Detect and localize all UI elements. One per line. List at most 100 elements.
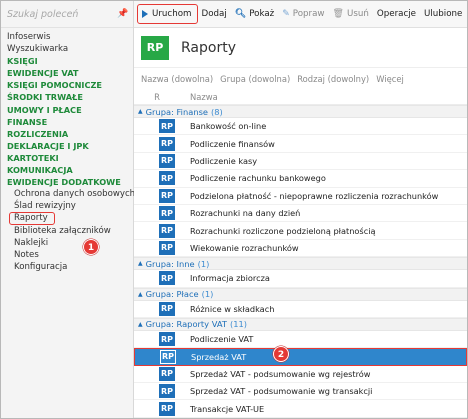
page-title: Raporty — [181, 39, 236, 56]
sidebar-item[interactable]: KSIĘGI — [1, 55, 133, 67]
group-header[interactable]: ▲ Grupa: Płace (1) — [134, 287, 467, 301]
edit-label: Popraw — [292, 9, 325, 19]
sidebar-item[interactable]: Notes — [1, 249, 133, 261]
collapse-icon[interactable]: ▲ — [138, 291, 143, 298]
filter-kind[interactable]: Rodzaj (dowolny) — [297, 74, 369, 84]
favorites-menu[interactable]: Ulubione — [420, 4, 466, 24]
table-row[interactable]: RP Sprzedaż VAT - podsumowanie wg rejestr… — [134, 366, 467, 384]
sidebar-item[interactable]: ŚRODKI TRWAŁE — [1, 91, 133, 103]
sidebar-item-label: DEKLARACJE I JPK — [7, 140, 89, 151]
sidebar-item[interactable]: Naklejki — [1, 237, 133, 249]
table-row[interactable]: RP Transakcje VAT-UE — [134, 400, 467, 418]
report-icon: RP — [159, 136, 175, 151]
sidebar-item[interactable]: Infoserwis — [1, 31, 133, 43]
step-badge-1: 1 — [83, 239, 99, 255]
operations-menu[interactable]: Operacje — [373, 4, 420, 24]
sidebar-item[interactable]: Raporty — [1, 212, 133, 226]
delete-button[interactable]: 🗑︎ Usuń — [329, 4, 373, 24]
table-row[interactable]: RP Podzielona płatność - niepoprawne rozl… — [134, 188, 467, 205]
group-header[interactable]: ▲ Grupa: Finanse (8) — [134, 105, 467, 118]
collapse-icon[interactable]: ▲ — [138, 260, 143, 267]
sidebar-item[interactable]: EWIDENCJE DODATKOWE — [1, 176, 133, 188]
report-name: Sprzedaż VAT - podsumowanie wg rejestrów — [190, 368, 371, 379]
pencil-icon: ✎ — [282, 9, 290, 19]
group-header[interactable]: ▲ Grupa: Inne (1) — [134, 257, 467, 271]
table-row[interactable]: RP Podliczenie VAT — [134, 331, 467, 349]
show-button[interactable]: 🔍︎ Pokaż — [231, 4, 278, 24]
run-button[interactable]: Uruchom — [137, 4, 198, 24]
filter-name[interactable]: Nazwa (dowolna) — [141, 74, 213, 84]
sidebar-item-label: Naklejki — [14, 237, 49, 248]
search-input[interactable]: Szukaj poleceń — [7, 9, 117, 20]
sidebar-search[interactable]: Szukaj poleceń 📌 — [1, 1, 133, 28]
group-header[interactable]: ▲ Grupa: Raporty VAT (11) — [134, 317, 467, 331]
sidebar-item[interactable]: Ślad rewizyjny — [1, 200, 133, 212]
table-row[interactable]: RP Rozrachunki na dany dzień — [134, 205, 467, 223]
report-name: Podzielona płatność - niepoprawne rozlic… — [190, 190, 439, 201]
table-row[interactable]: RP Rozrachunki rozliczone podzieloną płat… — [134, 222, 467, 240]
report-list: ▲ Grupa: Finanse (8) RP Bankowość on-line RP P… — [134, 105, 467, 418]
sidebar-item[interactable]: KSIĘGI POMOCNICZE — [1, 79, 133, 91]
report-name: Rozrachunki rozliczone podzieloną płatno… — [190, 225, 376, 236]
edit-button[interactable]: ✎ Popraw — [278, 4, 328, 24]
table-row[interactable]: RP Sprzedaż VAT — [134, 348, 467, 366]
pin-icon[interactable]: 📌 — [117, 9, 128, 19]
sidebar-item-label: UMOWY I PŁACE — [7, 104, 82, 115]
table-row[interactable]: RP Sprzedaż VAT - podsumowanie wg transak… — [134, 383, 467, 401]
search-icon: 🔍︎ — [234, 9, 247, 19]
group-title: Grupa: Płace — [145, 289, 199, 300]
report-name: Sprzedaż VAT — [191, 351, 247, 362]
report-name: Transakcje VAT-UE — [190, 403, 265, 414]
sidebar-item-label: Wyszukiwarka — [7, 44, 69, 55]
table-row[interactable]: RP Podliczenie rachunku bankowego — [134, 170, 467, 188]
report-name: Podliczenie VAT — [190, 334, 254, 345]
table-row[interactable]: RP Wiekowanie rozrachunków — [134, 240, 467, 258]
sidebar-item[interactable]: UMOWY I PŁACE — [1, 104, 133, 116]
sidebar-item-label: Infoserwis — [7, 32, 51, 42]
filter-more[interactable]: Więcej — [376, 74, 404, 84]
sidebar-item-label: FINANSE — [7, 116, 48, 127]
sidebar-item[interactable]: ROZLICZENIA — [1, 128, 133, 140]
sidebar-item[interactable]: Konfiguracja — [1, 261, 133, 273]
sidebar-item-label: EWIDENCJE DODATKOWE — [7, 177, 121, 188]
table-row[interactable]: RP Informacja zbiorcza — [134, 270, 467, 288]
sidebar-item[interactable]: Wyszukiwarka — [1, 43, 133, 55]
show-label: Pokaż — [249, 9, 275, 19]
report-icon: RP — [159, 153, 175, 168]
report-name: Sprzedaż VAT - podsumowanie wg transakcj… — [190, 386, 373, 397]
sidebar-item[interactable]: KARTOTEKI — [1, 152, 133, 164]
collapse-icon[interactable]: ▲ — [138, 108, 143, 115]
filter-group[interactable]: Grupa (dowolna) — [220, 74, 290, 84]
table-row[interactable]: RP Różnice w składkach — [134, 301, 467, 318]
collapse-icon[interactable]: ▲ — [138, 321, 143, 328]
table-row[interactable]: RP Bankowość on-line — [134, 118, 467, 136]
report-icon: RP — [159, 332, 175, 347]
column-name[interactable]: Nazwa — [168, 92, 218, 102]
sidebar-item[interactable]: DEKLARACJE I JPK — [1, 140, 133, 152]
sidebar-item[interactable]: KOMUNIKACJA — [1, 164, 133, 176]
sidebar-item[interactable]: FINANSE — [1, 116, 133, 128]
highlight-box — [9, 212, 55, 226]
column-r[interactable]: R — [134, 92, 168, 102]
add-button[interactable]: Dodaj — [198, 4, 231, 24]
report-icon: RP — [159, 401, 175, 416]
table-row[interactable]: RP Podliczenie kasy — [134, 153, 467, 171]
group-count: (1) — [201, 289, 214, 300]
delete-label: Usuń — [346, 9, 369, 19]
main-panel: RP Raporty Nazwa (dowolna) Grupa (dowoln… — [134, 28, 467, 418]
table-row[interactable]: RP Podliczenie finansów — [134, 135, 467, 153]
sidebar-item[interactable]: Ochrona danych osobowych — [1, 188, 135, 200]
report-icon: RP — [160, 349, 176, 364]
filter-bar: Nazwa (dowolna) Grupa (dowolna) Rodzaj (… — [134, 68, 467, 89]
report-name: Bankowość on-line — [190, 121, 267, 132]
sidebar-item-label: KOMUNIKACJA — [7, 165, 73, 176]
sidebar-item-label: Ślad rewizyjny — [14, 201, 76, 212]
sidebar-item[interactable]: EWIDENCJE VAT — [1, 67, 133, 79]
add-label: Dodaj — [201, 9, 227, 19]
toolbar: Uruchom Dodaj 🔍︎ Pokaż ✎ Popraw 🗑︎ Usuń … — [134, 1, 467, 28]
report-icon: RP — [159, 366, 175, 381]
step-badge-2: 2 — [273, 346, 289, 362]
sidebar-item[interactable]: Biblioteka załączników — [1, 225, 133, 237]
column-header: R Nazwa — [134, 89, 467, 105]
report-name: Rozrachunki na dany dzień — [190, 208, 301, 219]
